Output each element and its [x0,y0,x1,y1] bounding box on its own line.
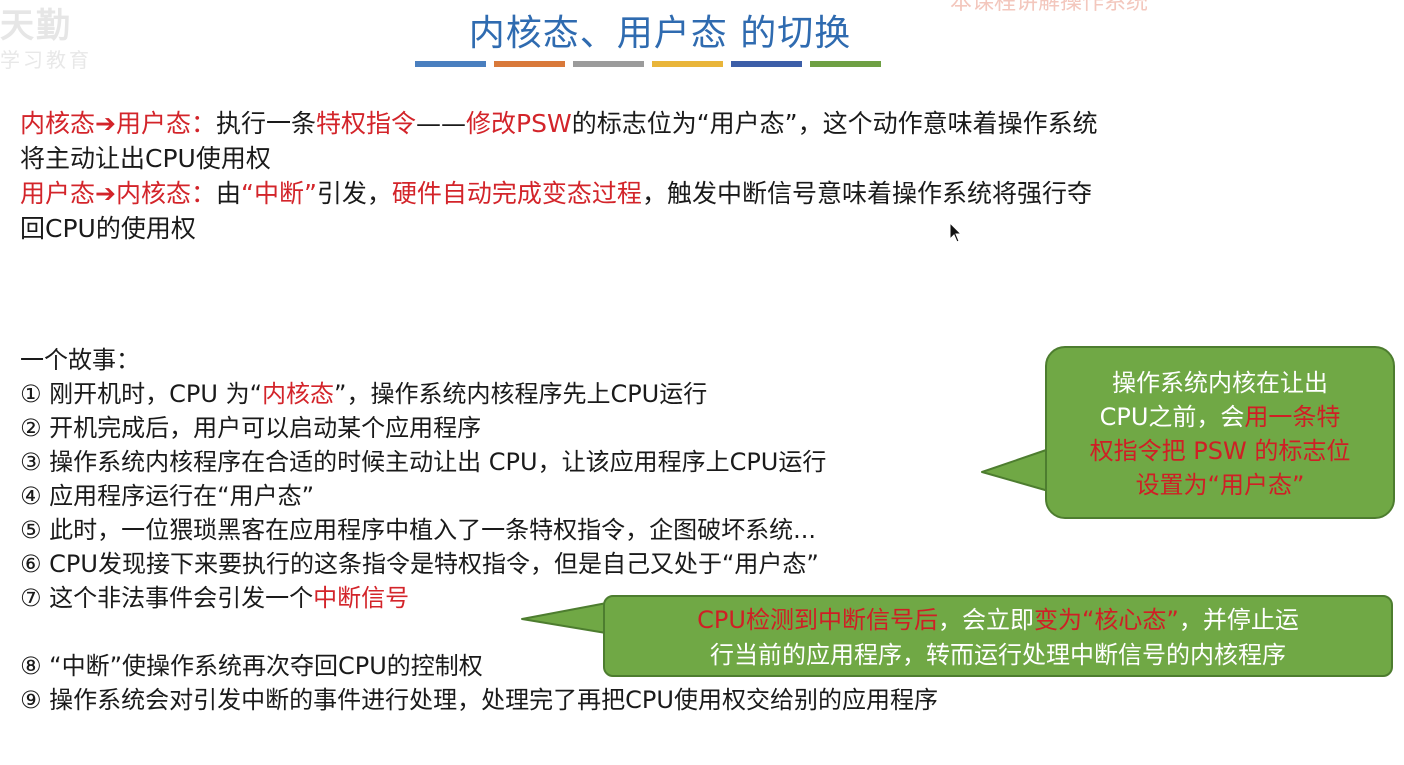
intro-text: 的标志位为“用户态”，这个动作意味着操作系统 [571,109,1098,138]
step-text: ① 刚开机时，CPU 为“ [20,380,263,408]
callout-line: CPU之前，会用一条特 [1061,400,1379,434]
story-step-5: ⑤ 此时，一位猥琐黑客在应用程序中植入了一条特权指令，企图破坏系统... [20,516,817,544]
callout-highlight: 权指令把 PSW 的标志位 [1089,437,1351,465]
intro-text: 由 [215,179,241,208]
color-bar-6 [810,61,881,67]
callout-line: CPU检测到中断信号后，会立即变为“核心态”，并停止运 [619,603,1377,638]
callout-text: ，会立即 [937,606,1034,634]
highlight-hardware-auto: 硬件自动完成变态过程 [391,179,642,208]
story-heading: 一个故事： [20,346,140,374]
callout-text: 行当前的应用程序，转而运行处理中断信号的内核程序 [710,641,1286,669]
story-step-3: ③ 操作系统内核程序在合适的时候主动让出 CPU，让该应用程序上CPU运行 [20,448,827,476]
dash: —— [416,109,467,138]
highlight-interrupt: “中断” [241,179,317,208]
callout-highlight: 用一条特 [1244,403,1341,431]
color-bar-1 [415,61,486,67]
highlight-interrupt-signal: 中断信号 [313,584,410,612]
story-step-9: ⑨ 操作系统会对引发中断的事件进行处理，处理完了再把CPU使用权交给别的应用程序 [20,686,938,714]
arrow-icon: ➔ [95,109,116,138]
callout-highlight: 变为“核心态” [1033,606,1179,634]
callout-text: CPU之前，会 [1099,403,1245,431]
intro-kernel-to-user: 内核态➔用户态：执行一条特权指令——修改PSW的标志位为“用户态”，这个动作意味… [20,106,1320,176]
story-step-1: ① 刚开机时，CPU 为“内核态”，操作系统内核程序先上CPU运行 [20,377,938,411]
color-bar-4 [652,61,723,67]
color-bar-3 [573,61,644,67]
callout-text: ，并停止运 [1178,606,1299,634]
intro-section: 内核态➔用户态：执行一条特权指令——修改PSW的标志位为“用户态”，这个动作意味… [20,106,1320,246]
color-bar-2 [494,61,565,67]
arrow-icon: ➔ [95,179,116,208]
label-user-mode: 用户态 [20,179,96,208]
label-kernel-mode: 内核态： [115,179,216,208]
callout-highlight: 设置为“用户态” [1135,471,1305,499]
highlight-kernel-mode: 内核态 [262,380,335,408]
callout-highlight: CPU检测到中断信号后 [697,606,938,634]
highlight-modify-psw: 修改PSW [466,109,572,138]
slide-title: 内核态、用户态 的切换 [468,13,852,54]
story-step-6: ⑥ CPU发现接下来要执行的这条指令是特权指令，但是自己又处于“用户态” [20,550,819,578]
intro-text: 将主动让出CPU使用权 [20,144,271,173]
title-color-bars [415,61,881,67]
intro-text: ，触发中断信号意味着操作系统将强行夺 [641,179,1092,208]
mouse-pointer-icon [949,222,963,243]
step-text: ”，操作系统内核程序先上CPU运行 [334,380,708,408]
callout-text: 操作系统内核在让出 [1112,369,1328,397]
intro-text: 回CPU的使用权 [20,214,196,243]
color-bar-5 [731,61,802,67]
callout-interrupt-handling: CPU检测到中断信号后，会立即变为“核心态”，并停止运 行当前的应用程序，转而运… [603,595,1393,677]
intro-text: 引发， [316,179,392,208]
intro-user-to-kernel: 用户态➔内核态：由“中断”引发，硬件自动完成变态过程，触发中断信号意味着操作系统… [20,176,1320,246]
callout-psw-privileged: 操作系统内核在让出 CPU之前，会用一条特 权指令把 PSW 的标志位 设置为“… [1045,346,1395,519]
highlight-privileged-instruction: 特权指令 [316,109,417,138]
intro-text: 执行一条 [215,109,316,138]
label-user-mode: 用户态： [115,109,216,138]
story-step-2: ② 开机完成后，用户可以启动某个应用程序 [20,414,482,442]
label-kernel-mode: 内核态 [20,109,96,138]
step-text: ⑦ 这个非法事件会引发一个 [20,584,314,612]
story-step-4: ④ 应用程序运行在“用户态” [20,482,315,510]
